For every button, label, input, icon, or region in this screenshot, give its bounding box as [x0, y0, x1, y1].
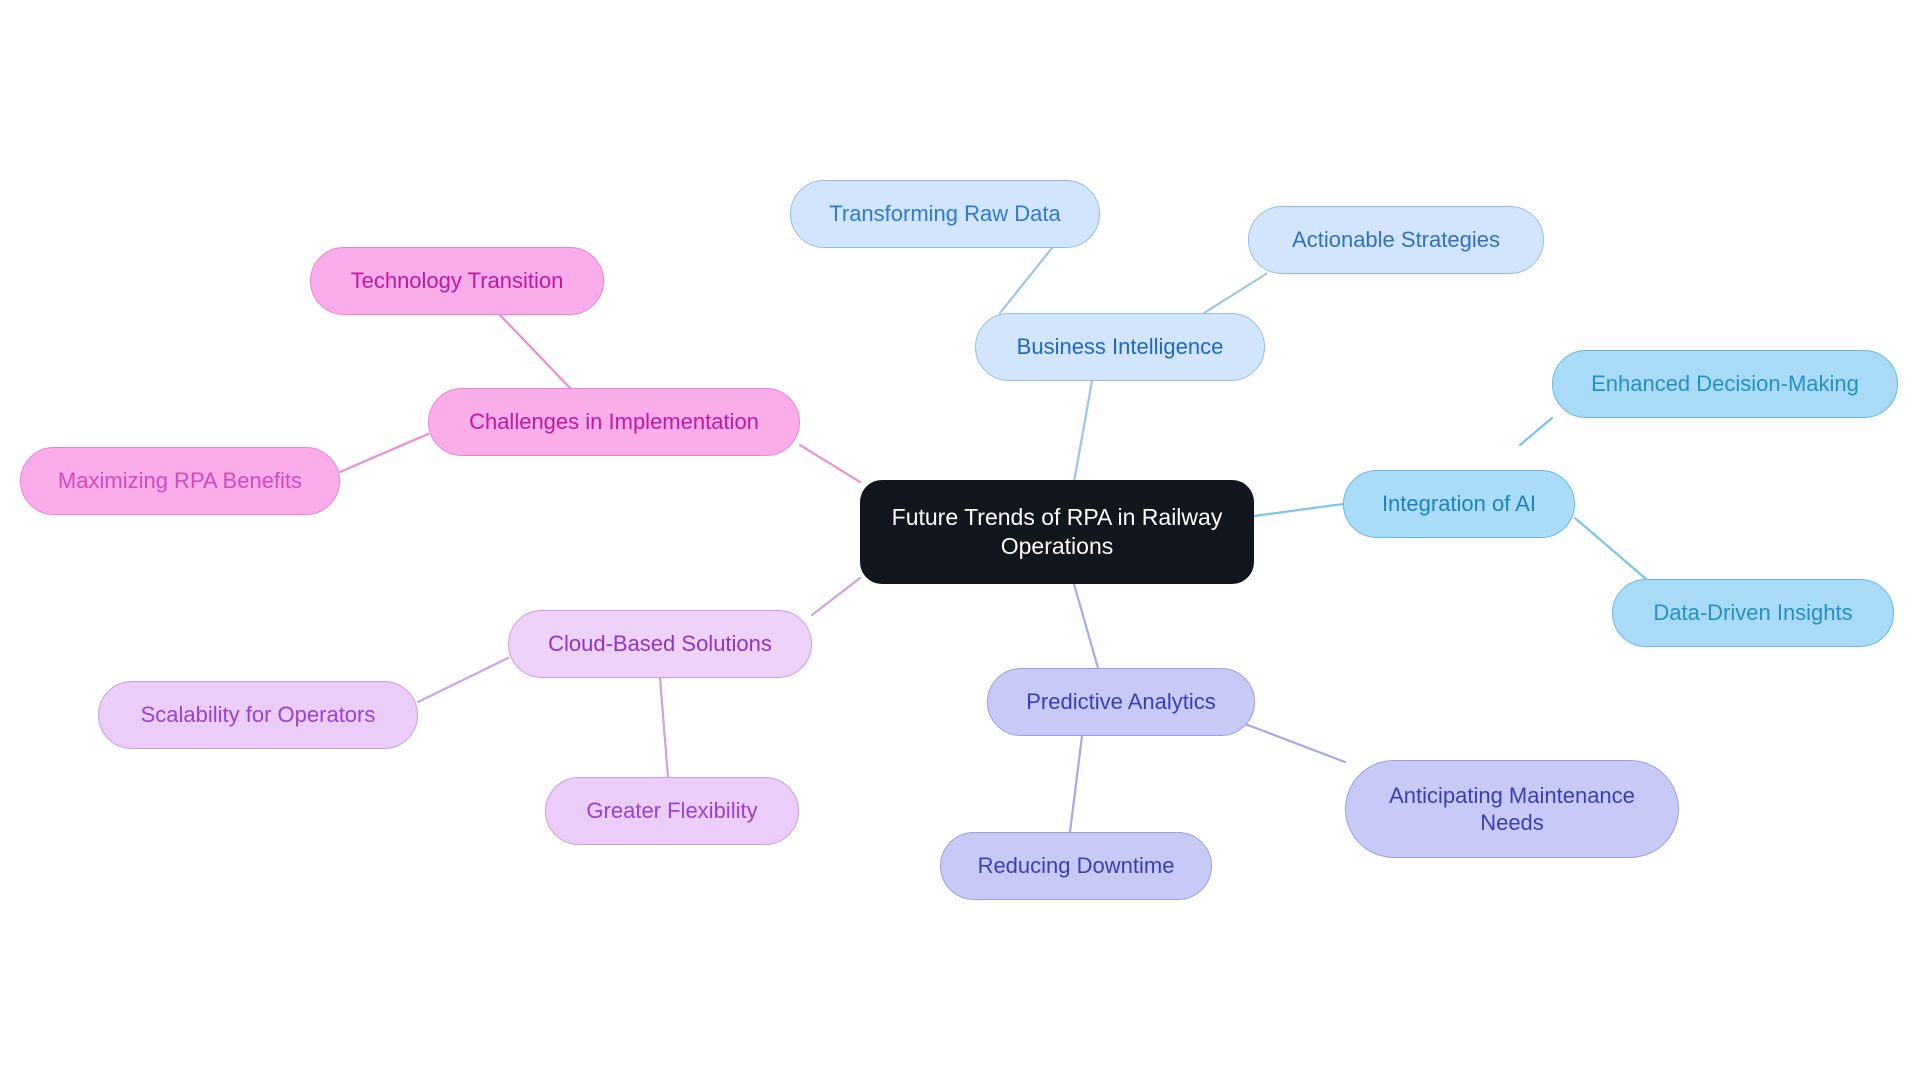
- edge-ai-data-driven-insights: [1573, 516, 1648, 581]
- node-label: Business Intelligence: [1016, 334, 1224, 360]
- node-label: Maximizing RPA Benefits: [57, 468, 303, 494]
- node-label: Reducing Downtime: [977, 853, 1175, 879]
- node-label: Transforming Raw Data: [829, 201, 1061, 227]
- edge-bi-transforming-raw-data: [998, 246, 1054, 315]
- node-label: Cloud-Based Solutions: [548, 631, 772, 657]
- node-label: Integration of AI: [1381, 491, 1537, 517]
- mindmap-canvas: Transforming Raw Data Actionable Strategi…: [0, 0, 1920, 1083]
- node-label: Data-Driven Insights: [1653, 600, 1853, 626]
- node-challenges-in-implementation[interactable]: Challenges in Implementation: [428, 388, 800, 456]
- edge-pa-reducing-downtime: [1068, 734, 1084, 834]
- node-integration-of-ai[interactable]: Integration of AI: [1343, 470, 1575, 538]
- edge-cloud-greater-flexibility: [658, 676, 670, 779]
- node-label: Actionable Strategies: [1292, 227, 1500, 253]
- node-label: Technology Transition: [350, 268, 564, 294]
- node-root[interactable]: Future Trends of RPA in Railway Operatio…: [860, 480, 1254, 584]
- edge-root-integration-of-ai: [1252, 502, 1345, 518]
- edge-cloud-scalability: [416, 656, 510, 704]
- edge-ai-enhanced-decision-making: [1518, 416, 1554, 447]
- node-label: Scalability for Operators: [140, 702, 376, 728]
- edge-root-cloud-based-solutions: [810, 576, 862, 617]
- edge-root-challenges: [798, 443, 862, 484]
- node-data-driven-insights[interactable]: Data-Driven Insights: [1612, 579, 1894, 647]
- node-label: Future Trends of RPA in Railway Operatio…: [891, 504, 1223, 559]
- node-enhanced-decision-making[interactable]: Enhanced Decision-Making: [1552, 350, 1898, 418]
- node-cloud-based-solutions[interactable]: Cloud-Based Solutions: [508, 610, 812, 678]
- node-label: Anticipating Maintenance Needs: [1389, 782, 1635, 835]
- edge-root-predictive-analytics: [1072, 582, 1100, 670]
- node-predictive-analytics[interactable]: Predictive Analytics: [987, 668, 1255, 736]
- edge-root-business-intelligence: [1072, 379, 1094, 484]
- node-scalability-for-operators[interactable]: Scalability for Operators: [98, 681, 418, 749]
- node-technology-transition[interactable]: Technology Transition: [310, 247, 604, 315]
- edge-pa-anticipating-maintenance: [1238, 720, 1347, 764]
- node-label: Challenges in Implementation: [469, 409, 759, 435]
- node-reducing-downtime[interactable]: Reducing Downtime: [940, 832, 1212, 900]
- node-label: Greater Flexibility: [586, 798, 758, 824]
- node-label: Predictive Analytics: [1026, 689, 1216, 715]
- node-label: Enhanced Decision-Making: [1591, 371, 1859, 397]
- node-anticipating-maintenance-needs[interactable]: Anticipating Maintenance Needs: [1345, 760, 1679, 858]
- node-transforming-raw-data[interactable]: Transforming Raw Data: [790, 180, 1100, 248]
- node-business-intelligence[interactable]: Business Intelligence: [975, 313, 1265, 381]
- edge-challenges-maximizing-rpa: [338, 432, 430, 474]
- node-maximizing-rpa-benefits[interactable]: Maximizing RPA Benefits: [20, 447, 340, 515]
- edge-challenges-technology-transition: [498, 313, 572, 390]
- node-greater-flexibility[interactable]: Greater Flexibility: [545, 777, 799, 845]
- edge-bi-actionable-strategies: [1202, 272, 1268, 315]
- node-actionable-strategies[interactable]: Actionable Strategies: [1248, 206, 1544, 274]
